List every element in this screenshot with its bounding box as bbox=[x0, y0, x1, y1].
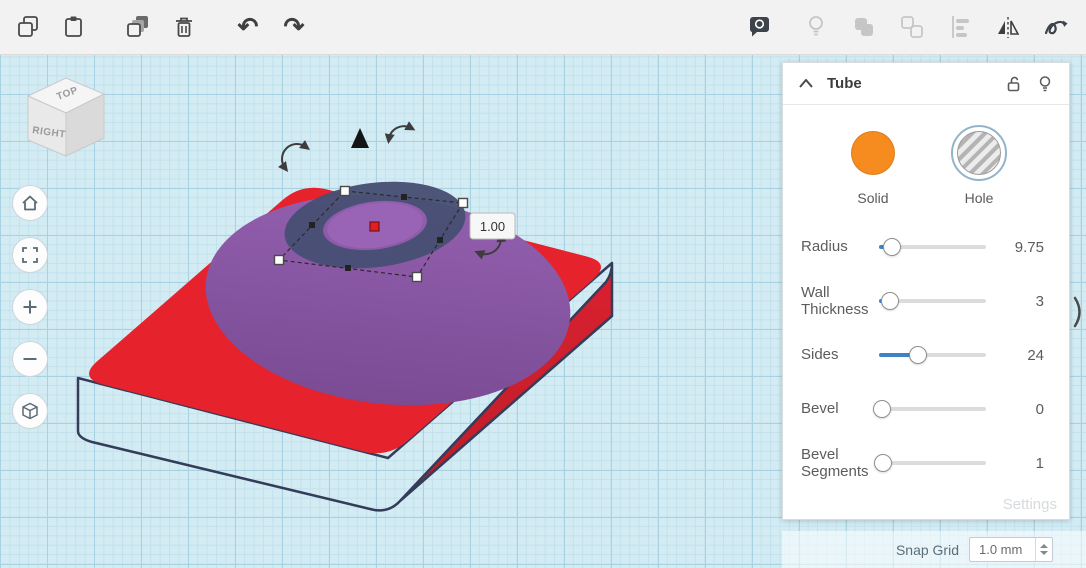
stretch-handle[interactable] bbox=[345, 265, 351, 271]
duplicate-button[interactable] bbox=[118, 7, 158, 47]
snap-grid-label: Snap Grid bbox=[895, 541, 959, 558]
solid-swatch[interactable] bbox=[851, 131, 895, 175]
delete-button[interactable] bbox=[164, 7, 204, 47]
sides-row: Sides 24 bbox=[801, 346, 1044, 364]
bevel-slider-thumb[interactable] bbox=[873, 400, 892, 418]
scale-handle[interactable] bbox=[457, 197, 469, 209]
ungroup-icon bbox=[901, 16, 923, 38]
raise-handle-cone[interactable] bbox=[351, 128, 369, 148]
view-cube[interactable]: TOP RIGHT bbox=[20, 66, 110, 165]
material-swatches: Solid Hole bbox=[783, 125, 1069, 206]
bevel-segments-slider-thumb[interactable] bbox=[874, 454, 893, 472]
radius-slider-thumb[interactable] bbox=[882, 238, 901, 256]
rotate-arrow[interactable] bbox=[384, 121, 416, 144]
spinner-down-icon[interactable] bbox=[1040, 551, 1048, 555]
fit-view-button[interactable] bbox=[12, 237, 48, 273]
scale-handle[interactable] bbox=[273, 254, 285, 266]
ungroup-button[interactable] bbox=[892, 7, 932, 47]
center-handle[interactable] bbox=[369, 221, 380, 232]
top-toolbar: ↶ ↷ bbox=[0, 0, 1086, 55]
duplicate-icon bbox=[127, 16, 148, 37]
paste-button[interactable] bbox=[54, 7, 94, 47]
notes-button[interactable] bbox=[740, 7, 780, 47]
plus-icon bbox=[23, 300, 37, 314]
ortho-cube-icon bbox=[22, 402, 38, 420]
dimension-value: 1.00 bbox=[480, 219, 505, 234]
zoom-out-button[interactable] bbox=[12, 341, 48, 377]
paste-icon bbox=[65, 16, 82, 37]
lightbulb-icon bbox=[809, 16, 823, 36]
solid-label: Solid bbox=[857, 190, 889, 206]
stretch-handle[interactable] bbox=[401, 194, 407, 200]
dimension-badge[interactable]: 1.00 bbox=[469, 212, 516, 240]
scale-handle[interactable] bbox=[339, 185, 351, 197]
bevel-segments-row: Bevel Segments 1 bbox=[801, 445, 1044, 480]
sides-slider[interactable] bbox=[879, 346, 986, 364]
visibility-lightbulb-icon[interactable] bbox=[1037, 75, 1053, 92]
radius-value: 9.75 bbox=[1014, 238, 1044, 256]
bevel-segments-slider[interactable] bbox=[874, 454, 986, 472]
copy-button[interactable] bbox=[8, 7, 48, 47]
align-icon bbox=[952, 16, 969, 38]
hole-swatch-option[interactable]: Hole bbox=[944, 125, 1014, 206]
settings-link[interactable]: Settings bbox=[1003, 496, 1057, 513]
wall-thickness-slider-thumb[interactable] bbox=[880, 292, 899, 310]
radius-slider[interactable] bbox=[879, 238, 986, 256]
shape-title: Tube bbox=[827, 75, 862, 92]
notes-icon bbox=[749, 17, 769, 37]
snap-grid-select[interactable]: 1.0 mm bbox=[969, 537, 1053, 562]
align-button[interactable] bbox=[940, 7, 980, 47]
wall-thickness-row: Wall Thickness 3 bbox=[801, 283, 1044, 318]
home-view-button[interactable] bbox=[12, 185, 48, 221]
panel-collapse-arrow[interactable] bbox=[1072, 296, 1086, 333]
minus-icon bbox=[23, 358, 37, 360]
snap-grid-value: 1.0 mm bbox=[979, 542, 1023, 557]
redo-icon: ↷ bbox=[283, 12, 305, 41]
group-icon bbox=[855, 18, 873, 36]
wall-thickness-slider[interactable] bbox=[879, 292, 986, 310]
home-icon bbox=[22, 195, 38, 211]
mirror-button[interactable] bbox=[988, 7, 1028, 47]
bevel-row: Bevel 0 bbox=[801, 400, 1044, 418]
scribble-button[interactable] bbox=[1036, 7, 1076, 47]
stretch-handle[interactable] bbox=[437, 237, 443, 243]
right-paren-icon bbox=[1073, 296, 1081, 328]
zoom-in-button[interactable] bbox=[12, 289, 48, 325]
viewport-nav bbox=[12, 185, 48, 429]
hole-label: Hole bbox=[964, 190, 994, 206]
bevel-slider[interactable] bbox=[873, 400, 986, 418]
sides-slider-thumb[interactable] bbox=[908, 346, 927, 364]
fit-view-icon bbox=[22, 247, 38, 263]
lock-icon[interactable] bbox=[1005, 75, 1023, 92]
shape-parameters: Radius 9.75 Wall Thickness 3 Sides 24 Be… bbox=[783, 220, 1069, 490]
shape-inspector-panel: Tube Solid Hole Radius 9.75 Wall Thickne… bbox=[782, 62, 1070, 520]
collapse-chevron-icon[interactable] bbox=[799, 79, 813, 88]
rotate-arrow[interactable] bbox=[278, 140, 311, 173]
bevel-value: 0 bbox=[1035, 400, 1044, 418]
solid-swatch-option[interactable]: Solid bbox=[838, 125, 908, 206]
inspector-header: Tube bbox=[783, 63, 1069, 105]
trash-icon bbox=[176, 17, 192, 37]
redo-button[interactable]: ↷ bbox=[274, 7, 314, 47]
show-all-button[interactable] bbox=[796, 7, 836, 47]
wall-thickness-value: 3 bbox=[1035, 292, 1044, 310]
mirror-icon bbox=[998, 17, 1020, 38]
bevel-segments-value: 1 bbox=[1035, 454, 1044, 472]
stretch-handle[interactable] bbox=[309, 222, 315, 228]
snap-grid-bar: Snap Grid 1.0 mm bbox=[782, 531, 1086, 568]
scale-handle[interactable] bbox=[411, 271, 423, 283]
undo-button[interactable]: ↶ bbox=[228, 7, 268, 47]
snap-grid-spinner[interactable] bbox=[1035, 538, 1052, 561]
perspective-toggle-button[interactable] bbox=[12, 393, 48, 429]
tinkercad-editor: 1.00 ↶ ↷ TOP RIGHT Tube Solid Hole Radiu… bbox=[0, 0, 1086, 568]
scribble-icon bbox=[1044, 20, 1068, 35]
undo-icon: ↶ bbox=[237, 12, 259, 41]
hole-swatch[interactable] bbox=[957, 131, 1001, 175]
spinner-up-icon[interactable] bbox=[1040, 544, 1048, 548]
sides-value: 24 bbox=[1027, 346, 1044, 364]
copy-icon bbox=[18, 16, 38, 37]
group-button[interactable] bbox=[844, 7, 884, 47]
radius-row: Radius 9.75 bbox=[801, 238, 1044, 256]
